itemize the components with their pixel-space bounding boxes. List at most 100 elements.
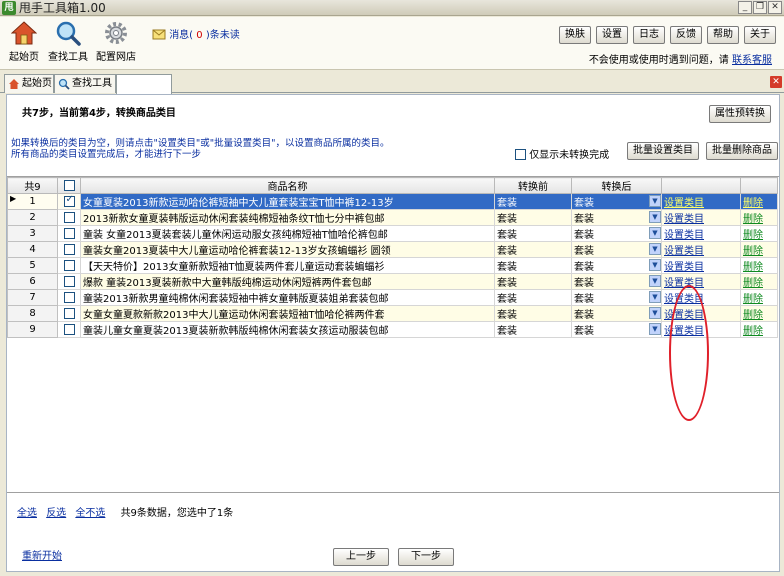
restore-button[interactable]: ❐	[753, 1, 767, 14]
table-row[interactable]: ▶1女童夏装2013新款运动哈伦裤短袖中大儿童套装宝宝T恤中裤12-13岁套装套…	[7, 193, 778, 210]
row-check-cell[interactable]	[57, 289, 81, 306]
select-none-link[interactable]: 全不选	[75, 508, 105, 519]
minimize-button[interactable]: _	[738, 1, 752, 14]
category-after-select[interactable]: 套装 ▼	[571, 273, 662, 290]
dropdown-arrow-icon[interactable]: ▼	[649, 323, 661, 335]
row-number[interactable]: 4	[7, 241, 58, 258]
dropdown-arrow-icon[interactable]: ▼	[649, 275, 661, 287]
row-number[interactable]: 5	[7, 257, 58, 274]
batch-delete-button[interactable]: 批量删除商品	[706, 142, 778, 160]
feedback-button[interactable]: 反馈	[670, 26, 702, 44]
set-category-link[interactable]: 设置类目	[664, 246, 704, 257]
next-step-button[interactable]: 下一步	[398, 548, 454, 566]
set-category-link[interactable]: 设置类目	[664, 230, 704, 241]
batch-set-category-button[interactable]: 批量设置类目	[627, 142, 699, 160]
dropdown-arrow-icon[interactable]: ▼	[649, 259, 661, 271]
select-all-link[interactable]: 全选	[17, 508, 37, 519]
set-category-link[interactable]: 设置类目	[664, 278, 704, 289]
row-number[interactable]: 6	[7, 273, 58, 290]
set-category-link[interactable]: 设置类目	[664, 294, 704, 305]
row-checkbox[interactable]	[63, 227, 75, 239]
close-button[interactable]: ✕	[768, 1, 782, 14]
row-check-cell[interactable]	[57, 305, 81, 322]
delete-row-link[interactable]: 删除	[743, 278, 763, 289]
row-checkbox[interactable]	[63, 211, 75, 223]
row-check-cell[interactable]	[57, 257, 81, 274]
tab-current[interactable]	[116, 74, 172, 94]
row-number[interactable]: 8	[7, 305, 58, 322]
row-check-cell[interactable]	[57, 241, 81, 258]
row-check-cell[interactable]	[57, 225, 81, 242]
row-number[interactable]: 2	[7, 209, 58, 226]
row-number[interactable]: 9	[7, 321, 58, 338]
delete-row-link[interactable]: 删除	[743, 230, 763, 241]
log-button[interactable]: 日志	[633, 26, 665, 44]
help-button[interactable]: 帮助	[707, 26, 739, 44]
dropdown-arrow-icon[interactable]: ▼	[649, 195, 661, 207]
dropdown-arrow-icon[interactable]: ▼	[649, 243, 661, 255]
row-number[interactable]: 7	[7, 289, 58, 306]
contact-support-link[interactable]: 联系客服	[732, 55, 772, 66]
category-after-select[interactable]: 套装 ▼	[571, 321, 662, 338]
header-checkbox[interactable]	[63, 179, 75, 191]
about-button[interactable]: 关于	[744, 26, 776, 44]
category-after-select[interactable]: 套装 ▼	[571, 241, 662, 258]
set-category-link[interactable]: 设置类目	[664, 262, 704, 273]
invert-selection-link[interactable]: 反选	[46, 508, 66, 519]
row-checkbox[interactable]	[63, 259, 75, 271]
dropdown-arrow-icon[interactable]: ▼	[649, 211, 661, 223]
dropdown-arrow-icon[interactable]: ▼	[649, 307, 661, 319]
skin-button[interactable]: 换肤	[559, 26, 591, 44]
set-category-link[interactable]: 设置类目	[664, 326, 704, 337]
table-row[interactable]: 9 童装儿童女童夏装2013夏装新款韩版纯棉休闲套装女孩运动服装包邮 套装 套装 ▼ 设置…	[7, 321, 778, 338]
row-number[interactable]: 3	[7, 225, 58, 242]
table-row[interactable]: 5 【天天特价】2013女童新款短袖T恤夏装两件套儿童运动套装蝙蝠衫 套装 套装 ▼ 设置…	[7, 257, 778, 274]
row-checkbox[interactable]	[63, 243, 75, 255]
category-after-select[interactable]: 套装 ▼	[571, 209, 662, 226]
table-row[interactable]: 4 童装女童2013夏装中大儿童运动哈伦裤套装12-13岁女孩蝙蝠衫 圆领 套装 套装…	[7, 241, 778, 258]
category-after-select[interactable]: 套装 ▼	[571, 193, 662, 210]
delete-row-link[interactable]: 删除	[743, 262, 763, 273]
row-checkbox[interactable]	[63, 291, 75, 303]
prev-step-button[interactable]: 上一步	[333, 548, 389, 566]
table-row[interactable]: 2 2013新款女童夏装韩版运动休闲套装纯棉短袖条纹T恤七分中裤包邮 套装 套装 ▼ 设置…	[7, 209, 778, 226]
tool-home[interactable]: 起始页	[4, 20, 44, 63]
set-category-link[interactable]: 设置类目	[664, 310, 704, 321]
row-check-cell[interactable]	[57, 321, 81, 338]
row-check-cell[interactable]	[57, 209, 81, 226]
table-row[interactable]: 7 童装2013新款男童纯棉休闲套装短袖中裤女童韩版夏装姐弟套装包邮 套装 套装 ▼ 设置…	[7, 289, 778, 306]
only-unconverted-checkbox[interactable]	[515, 149, 526, 160]
row-checkbox[interactable]	[63, 195, 75, 207]
delete-row-link[interactable]: 删除	[743, 214, 763, 225]
category-after-select[interactable]: 套装 ▼	[571, 225, 662, 242]
category-after-select[interactable]: 套装 ▼	[571, 257, 662, 274]
delete-row-link[interactable]: 删除	[743, 310, 763, 321]
row-number[interactable]: ▶ 1	[7, 193, 58, 210]
tool-find[interactable]: 查找工具	[48, 20, 88, 63]
close-tab-icon[interactable]: ✕	[770, 76, 782, 88]
dropdown-arrow-icon[interactable]: ▼	[649, 227, 661, 239]
delete-row-link[interactable]: 删除	[743, 198, 763, 209]
restart-link[interactable]: 重新开始	[22, 547, 62, 562]
dropdown-arrow-icon[interactable]: ▼	[649, 291, 661, 303]
set-category-link[interactable]: 设置类目	[664, 198, 704, 209]
row-checkbox[interactable]	[63, 307, 75, 319]
table-row[interactable]: 6 爆款 童装2013夏装新款中大童韩版纯棉运动休闲短裤两件套包邮 套装 套装 ▼ 设置类…	[7, 273, 778, 290]
row-checkbox[interactable]	[63, 275, 75, 287]
category-after-select[interactable]: 套装 ▼	[571, 289, 662, 306]
set-category-link[interactable]: 设置类目	[664, 214, 704, 225]
delete-row-link[interactable]: 删除	[743, 294, 763, 305]
table-row[interactable]: 3 童装 女童2013夏装套装儿童休闲运动服女孩纯棉短袖T恤哈伦裤包邮 套装 套装 ▼ 设…	[7, 225, 778, 242]
delete-row-link[interactable]: 删除	[743, 326, 763, 337]
row-check-cell[interactable]	[57, 193, 81, 210]
only-unconverted-filter[interactable]: 仅显示未转换完成	[515, 146, 609, 161]
message-indicator[interactable]: 消息( 0 )条未读	[152, 26, 240, 41]
table-row[interactable]: 8 女童女童夏款新款2013中大儿童运动休闲套装短袖T恤哈伦裤两件套 套装 套装 ▼ 设置…	[7, 305, 778, 322]
tool-config[interactable]: 配置网店	[96, 20, 136, 63]
settings-button[interactable]: 设置	[596, 26, 628, 44]
category-after-select[interactable]: 套装 ▼	[571, 305, 662, 322]
select-all-header[interactable]	[57, 177, 81, 194]
delete-row-link[interactable]: 删除	[743, 246, 763, 257]
row-checkbox[interactable]	[63, 323, 75, 335]
tab-home[interactable]: 起始页	[4, 74, 54, 93]
